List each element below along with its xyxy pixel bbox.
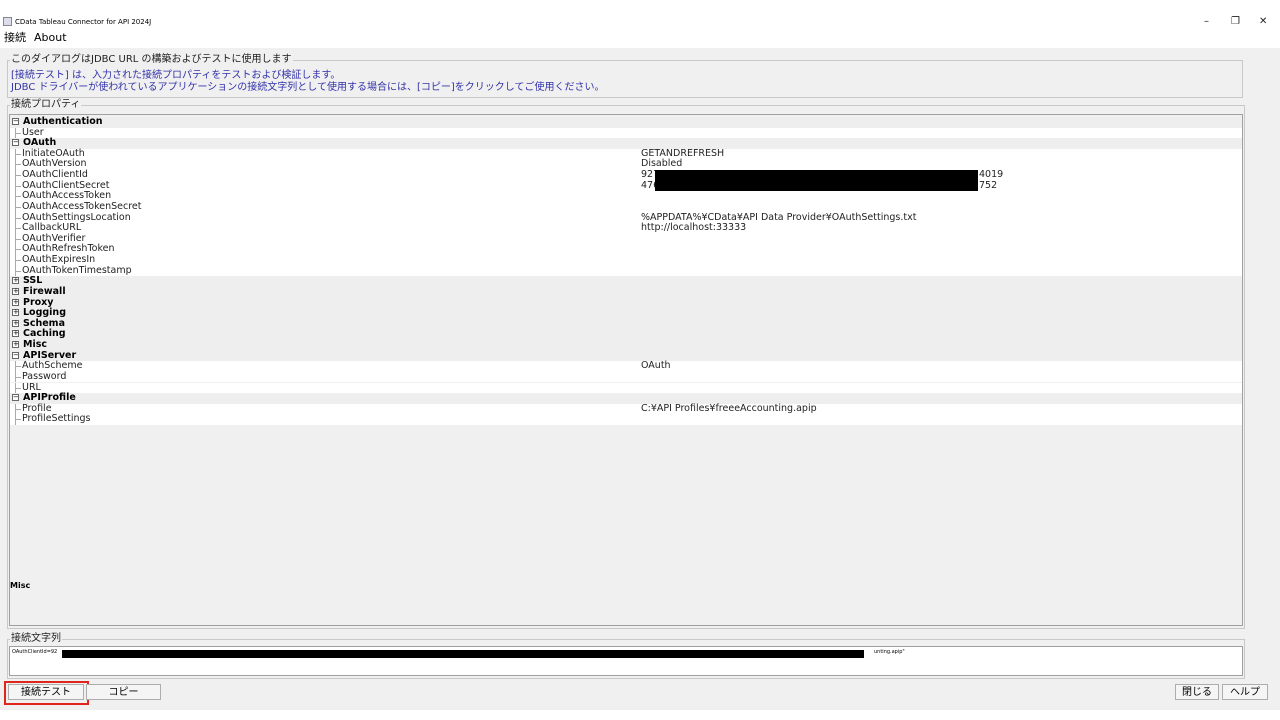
tree-connector [15, 419, 21, 421]
help-button[interactable]: ヘルプ [1222, 684, 1268, 700]
property-row-oauthclientid[interactable]: OAuthClientId 927 4019 [10, 169, 1242, 181]
collapse-icon[interactable]: − [12, 118, 19, 125]
expand-icon[interactable]: + [12, 319, 19, 327]
expand-icon[interactable]: + [12, 309, 19, 317]
tree-connector [15, 206, 21, 208]
description-line-2: JDBC ドライバーが使われているアプリケーションの接続文字列として使用する場合… [11, 82, 605, 93]
property-row-oauthexpiresin[interactable]: OAuthExpiresIn [10, 254, 1242, 266]
redaction-bar [655, 180, 978, 192]
category-row-apiserver[interactable]: − APIServer [10, 350, 1242, 362]
minimize-button[interactable]: – [1204, 14, 1209, 30]
tree-connector [15, 260, 21, 262]
category-row-oauth[interactable]: − OAuth [10, 138, 1242, 149]
property-row-profilesettings[interactable]: ProfileSettings [10, 414, 1242, 425]
property-value-suffix: 752 [979, 179, 998, 191]
close-button[interactable]: 閉じる [1175, 684, 1219, 700]
property-row-oauthverifier[interactable]: OAuthVerifier [10, 233, 1242, 245]
property-row-oauthclientsecret[interactable]: OAuthClientSecret 476 752 [10, 179, 1242, 192]
property-name: Password [22, 370, 67, 382]
collapse-icon[interactable]: − [12, 394, 19, 402]
tree-connector [15, 366, 21, 368]
property-row-callbackurl[interactable]: CallbackURL http://localhost:33333 [10, 223, 1242, 234]
tree-connector [15, 387, 21, 389]
expand-icon[interactable]: + [12, 341, 19, 349]
property-row-initiateoauth[interactable]: InitiateOAuth GETANDREFRESH [10, 148, 1242, 160]
tree-connector [15, 185, 21, 187]
property-description-title: Misc [10, 581, 31, 590]
highlight-box [4, 681, 89, 705]
expand-icon[interactable]: + [12, 330, 19, 338]
category-row-caching[interactable]: + Caching [10, 329, 1242, 340]
property-value[interactable]: C:¥API Profiles¥freeeAccounting.apip [641, 403, 817, 415]
expand-icon[interactable]: + [12, 287, 19, 295]
properties-legend: 接続プロパティ [10, 98, 82, 112]
property-row-profile[interactable]: Profile C:¥API Profiles¥freeeAccounting.a… [10, 403, 1242, 415]
category-row-logging[interactable]: + Logging [10, 308, 1242, 319]
category-row-misc[interactable]: + Misc [10, 339, 1242, 351]
category-row-ssl[interactable]: + SSL [10, 276, 1242, 287]
tree-connector [15, 153, 21, 155]
expand-icon[interactable]: + [12, 298, 19, 306]
tree-connector [15, 217, 21, 219]
tree-connector [15, 376, 21, 378]
window-title: CData Tableau Connector for API 2024J [15, 18, 152, 26]
category-row-schema[interactable]: + Schema [10, 318, 1242, 330]
category-row-proxy[interactable]: + Proxy [10, 297, 1242, 309]
maximize-button[interactable]: ❐ [1231, 14, 1240, 30]
property-row-password[interactable]: Password [10, 370, 1242, 383]
property-row-oauthversion[interactable]: OAuthVersion Disabled [10, 159, 1242, 171]
category-row-authentication[interactable]: − Authentication [10, 116, 1242, 128]
description-legend: このダイアログはJDBC URL の構築およびテストに使用します [10, 53, 293, 67]
tree-connector [15, 175, 21, 177]
close-window-button[interactable]: ✕ [1259, 14, 1267, 30]
menu-connection[interactable]: 接続 [4, 30, 26, 46]
tree-connector [15, 196, 21, 198]
property-name: ProfileSettings [22, 413, 91, 425]
category-row-apiprofile[interactable]: − APIProfile [10, 393, 1242, 404]
property-row-url[interactable]: URL [10, 382, 1242, 394]
connection-string-suffix: unting.apip" [874, 649, 905, 655]
category-row-firewall[interactable]: + Firewall [10, 285, 1242, 298]
property-name: OAuthAccessTokenSecret [22, 200, 142, 212]
title-bar: CData Tableau Connector for API 2024J – … [0, 14, 1280, 30]
description-line-1: [接続テスト] は、入力された接続プロパティをテストおよび検証します。 [11, 70, 341, 81]
property-row-oauthaccesstokensecret[interactable]: OAuthAccessTokenSecret [10, 200, 1242, 213]
menu-about[interactable]: About [34, 30, 67, 46]
tree-connector [15, 164, 21, 166]
tree-connector [15, 408, 21, 410]
property-row-oauthaccesstoken[interactable]: OAuthAccessToken [10, 191, 1242, 202]
category-name: Authentication [23, 116, 103, 127]
property-row-oauthrefreshtoken[interactable]: OAuthRefreshToken [10, 244, 1242, 256]
property-row-oauthsettingslocation[interactable]: OAuthSettingsLocation %APPDATA%¥CData¥API… [10, 212, 1242, 224]
app-icon [3, 17, 12, 26]
tree-connector [15, 249, 21, 251]
connection-string-legend: 接続文字列 [10, 632, 62, 646]
category-name: Firewall [23, 285, 66, 297]
collapse-icon[interactable]: − [12, 139, 19, 147]
property-row-authscheme[interactable]: AuthScheme OAuth [10, 361, 1242, 372]
property-row-user[interactable]: User [10, 127, 1242, 139]
tree-connector [15, 238, 21, 240]
menu-bar: 接続 About [0, 30, 1280, 46]
tree-connector [15, 270, 21, 272]
tree-connector [15, 132, 21, 134]
property-row-oauthtokentimestamp[interactable]: OAuthTokenTimestamp [10, 265, 1242, 277]
property-value[interactable]: OAuth [641, 361, 671, 372]
copy-button[interactable]: コピー [86, 684, 161, 700]
expand-icon[interactable]: + [12, 277, 19, 285]
property-grid[interactable]: − Authentication User − OAuth InitiateOAuth GE… [9, 114, 1243, 626]
connection-string-redaction [62, 650, 864, 658]
connection-string-prefix: OAuthClientId=92 [12, 649, 58, 655]
description-group: このダイアログはJDBC URL の構築およびテストに使用します [接続テスト]… [7, 53, 1243, 98]
connection-string-field[interactable]: OAuthClientId=92 unting.apip" [9, 646, 1243, 676]
property-value[interactable]: http://localhost:33333 [641, 223, 746, 234]
collapse-icon[interactable]: − [12, 351, 19, 359]
redaction-bar [655, 170, 978, 181]
tree-connector [15, 228, 21, 230]
dialog-body: このダイアログはJDBC URL の構築およびテストに使用します [接続テスト]… [0, 48, 1280, 710]
